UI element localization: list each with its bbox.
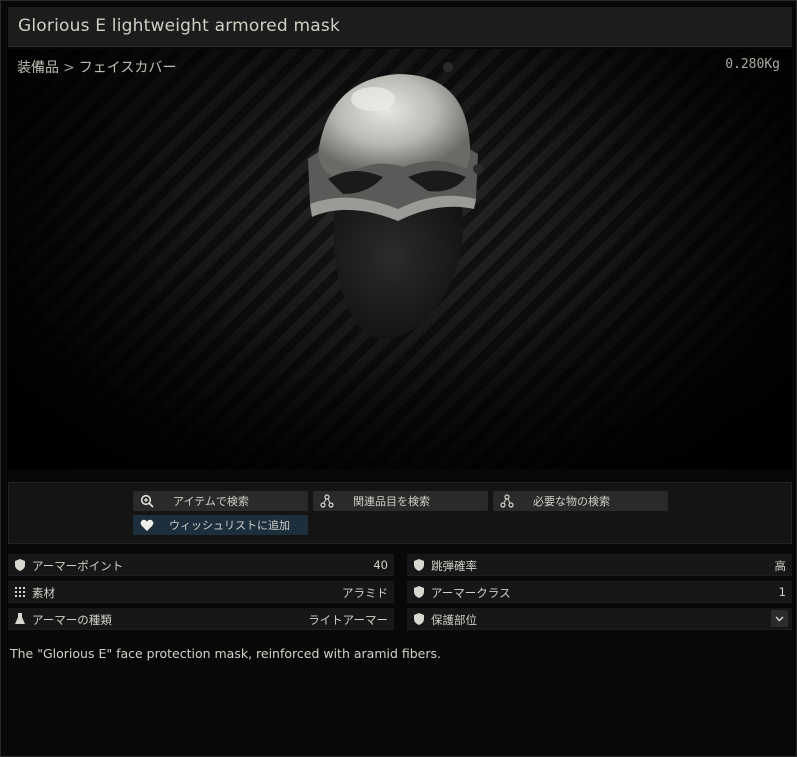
- stat-value: 高: [774, 559, 787, 573]
- stat-ricochet: 跳弾確率 高: [407, 554, 792, 576]
- item-description: The "Glorious E" face protection mask, r…: [10, 646, 441, 661]
- shield-icon: [413, 585, 425, 599]
- search-required-label: 必要な物の検索: [533, 495, 610, 508]
- title-bar: Glorious E lightweight armored mask: [8, 7, 792, 47]
- stat-value: 40: [373, 558, 388, 572]
- add-to-wishlist-label: ウィッシュリストに追加: [169, 519, 290, 532]
- breadcrumb-category[interactable]: 装備品: [17, 57, 59, 77]
- stat-armor-points: アーマーポイント 40: [8, 554, 394, 576]
- stat-name: 保護部位: [431, 613, 477, 627]
- action-panel: アイテムで検索 関連品目を検索 必要な物の検索 ウィッシュリストに追加: [8, 482, 792, 544]
- stat-name: アーマークラス: [431, 586, 511, 600]
- chevron-down-icon: [775, 616, 784, 621]
- shield-icon: [413, 612, 425, 626]
- item-inspect-window: Glorious E lightweight armored mask 装備品 >…: [0, 0, 797, 757]
- search-required-button[interactable]: 必要な物の検索: [493, 491, 668, 511]
- search-item-button[interactable]: アイテムで検索: [133, 491, 308, 511]
- breadcrumb-subcategory[interactable]: フェイスカバー: [79, 57, 177, 77]
- stat-value: アラミド: [342, 586, 388, 600]
- stat-value: ライトアーマー: [308, 613, 388, 627]
- stat-name: 素材: [32, 586, 55, 600]
- shield-icon: [413, 558, 425, 572]
- item-preview[interactable]: [8, 49, 792, 469]
- stat-value: 1: [778, 585, 786, 599]
- heart-icon: [133, 515, 161, 535]
- search-plus-icon: [133, 491, 161, 511]
- mask-image: [308, 62, 483, 340]
- item-weight: 0.280Kg: [725, 57, 780, 72]
- stat-name: 跳弾確率: [431, 559, 477, 573]
- stat-protected-areas[interactable]: 保護部位: [407, 608, 792, 630]
- linked-nodes-icon: [313, 491, 341, 511]
- stat-material: 素材 アラミド: [8, 581, 394, 603]
- search-related-button[interactable]: 関連品目を検索: [313, 491, 488, 511]
- linked-nodes-icon: [493, 491, 521, 511]
- breadcrumb: 装備品 > フェイスカバー: [17, 57, 176, 77]
- grid-dots-icon: [14, 585, 26, 599]
- item-title: Glorious E lightweight armored mask: [18, 16, 341, 36]
- stat-name: アーマーの種類: [32, 613, 112, 627]
- shield-icon: [14, 558, 26, 572]
- expand-protected-areas-button[interactable]: [771, 610, 788, 627]
- add-to-wishlist-button[interactable]: ウィッシュリストに追加: [133, 515, 308, 535]
- stat-name: アーマーポイント: [32, 559, 124, 573]
- stat-armor-class: アーマークラス 1: [407, 581, 792, 603]
- stat-armor-type: アーマーの種類 ライトアーマー: [8, 608, 394, 630]
- breadcrumb-separator: >: [63, 60, 75, 76]
- search-related-label: 関連品目を検索: [353, 495, 430, 508]
- search-item-label: アイテムで検索: [173, 495, 249, 508]
- flask-icon: [14, 612, 26, 626]
